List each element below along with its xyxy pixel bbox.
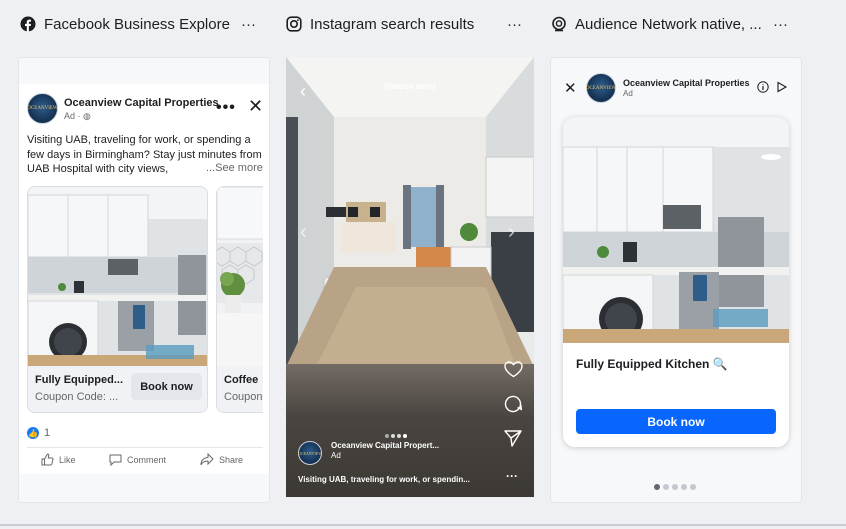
like-reaction-icon: 👍 (27, 427, 39, 439)
carousel-dot[interactable] (663, 484, 669, 490)
apartment-interior-image (286, 57, 534, 367)
globe-icon: ◍ (83, 111, 91, 121)
carousel-dot[interactable] (690, 484, 696, 490)
more-icon[interactable]: ··· (506, 469, 518, 483)
sponsored-label: Ad (331, 451, 341, 460)
see-more-link[interactable]: ...See more (204, 162, 263, 174)
header-facebook: Facebook Business Explore (20, 0, 230, 48)
carousel-next-icon[interactable]: › (508, 221, 515, 244)
more-icon[interactable]: ••• (216, 99, 236, 117)
header-title: Facebook Business Explore (44, 15, 230, 33)
header-audience-network: Audience Network native, ... (551, 0, 762, 48)
info-icon[interactable] (757, 81, 769, 93)
instagram-icon (286, 16, 302, 32)
like-button[interactable]: Like (41, 453, 76, 466)
carousel-dot (403, 434, 407, 438)
reaction-summary[interactable]: 👍 1 (27, 427, 50, 439)
advertiser-name[interactable]: Oceanview Capital Properties (64, 97, 219, 109)
carousel-dot (385, 434, 389, 438)
facebook-icon (20, 16, 36, 32)
heart-icon[interactable] (504, 361, 523, 378)
advertiser-name[interactable]: Oceanview Capital Propert... (331, 441, 439, 450)
card-headline: Fully Equipped... (35, 374, 123, 386)
more-options-button[interactable]: ··· (241, 0, 256, 48)
carousel-dot (397, 434, 401, 438)
sponsored-label: Ad (623, 89, 633, 98)
card-headline: Coffee (224, 374, 259, 386)
ad-headline: Fully Equipped Kitchen 🔍 (576, 357, 728, 371)
book-now-button[interactable]: Book now (576, 409, 776, 434)
carousel-prev-icon[interactable]: ‹ (300, 221, 307, 244)
book-now-button[interactable]: Book now (131, 373, 202, 400)
facebook-ad-card: OCEANVIEW Oceanview Capital Properties A… (19, 84, 269, 474)
header-instagram: Instagram search results (286, 0, 474, 48)
kitchen-image (563, 117, 789, 343)
carousel-dot[interactable] (654, 484, 660, 490)
more-options-button[interactable]: ··· (773, 0, 788, 48)
carousel-card[interactable]: Coffee Coupon (216, 186, 263, 413)
carousel-card[interactable]: Fully Equipped... Coupon Code: ... Book … (27, 186, 208, 413)
adchoices-icon[interactable] (776, 81, 788, 93)
card-description: Coupon Code: ... (35, 391, 119, 403)
send-icon[interactable] (504, 430, 522, 447)
header-title: Instagram search results (310, 15, 475, 33)
carousel-indicator (385, 434, 407, 438)
audience-network-icon (551, 16, 567, 32)
advertiser-name[interactable]: Oceanview Capital Properties (623, 78, 750, 88)
coffee-bar-image (217, 187, 263, 368)
advertiser-avatar: OCEANVIEW (586, 73, 616, 103)
kitchen-image (28, 187, 207, 368)
comment-button[interactable]: Comment (109, 453, 166, 466)
advertiser-avatar: OCEANVIEW (298, 441, 322, 465)
header-title: Audience Network native, ... (575, 15, 762, 33)
advertiser-avatar: OCEANVIEW (27, 93, 58, 124)
carousel-dot (391, 434, 395, 438)
divider (27, 447, 263, 448)
comment-icon (109, 454, 122, 466)
thumbs-up-icon (41, 453, 54, 466)
share-button[interactable]: Share (200, 453, 243, 466)
ad-caption: Visiting UAB, traveling for work, or spe… (298, 475, 470, 484)
divider (0, 524, 846, 526)
audience-network-ad-card[interactable]: Fully Equipped Kitchen 🔍 Book now (563, 117, 789, 447)
search-term-label: [Search term] (384, 82, 436, 91)
close-icon[interactable]: ✕ (248, 96, 263, 117)
comment-icon[interactable] (504, 395, 522, 413)
carousel-dot[interactable] (672, 484, 678, 490)
sponsored-label: Ad · ◍ (64, 111, 91, 121)
carousel-dot[interactable] (681, 484, 687, 490)
magnifier-emoji-icon: 🔍 (712, 357, 728, 371)
card-description: Coupon (224, 391, 263, 403)
close-icon[interactable]: ✕ (564, 79, 577, 97)
instagram-ad-preview: ‹ [Search term] ‹ › OCEANVIEW Oceanview … (286, 57, 534, 497)
share-icon (200, 453, 214, 466)
more-options-button[interactable]: ··· (507, 0, 522, 48)
